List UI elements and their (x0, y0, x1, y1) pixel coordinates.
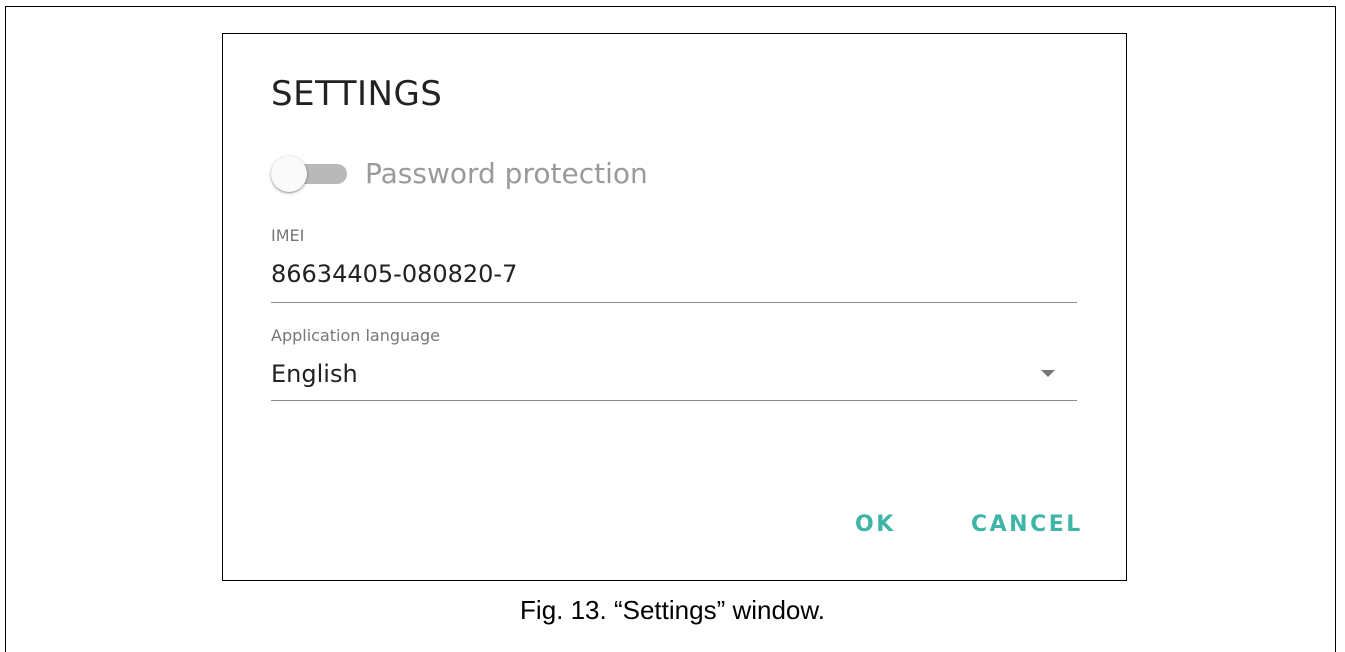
language-label: Application language (271, 326, 440, 345)
toggle-thumb (271, 156, 307, 192)
settings-dialog: SETTINGS Password protection IMEI 866344… (222, 33, 1127, 581)
dropdown-arrow-icon[interactable] (1041, 370, 1055, 377)
dialog-title: SETTINGS (271, 74, 443, 114)
ok-button[interactable]: OK (855, 512, 896, 537)
imei-field[interactable]: IMEI 86634405-080820-7 (271, 226, 1077, 303)
imei-label: IMEI (271, 226, 305, 245)
figure-caption: Fig. 13. “Settings” window. (520, 595, 825, 625)
imei-value[interactable]: 86634405-080820-7 (271, 260, 1031, 288)
password-protection-label: Password protection (365, 157, 648, 190)
password-protection-toggle[interactable] (271, 156, 353, 192)
language-select[interactable]: Application language English (271, 326, 1077, 401)
cancel-button[interactable]: CANCEL (971, 512, 1083, 537)
language-value[interactable]: English (271, 360, 1031, 388)
